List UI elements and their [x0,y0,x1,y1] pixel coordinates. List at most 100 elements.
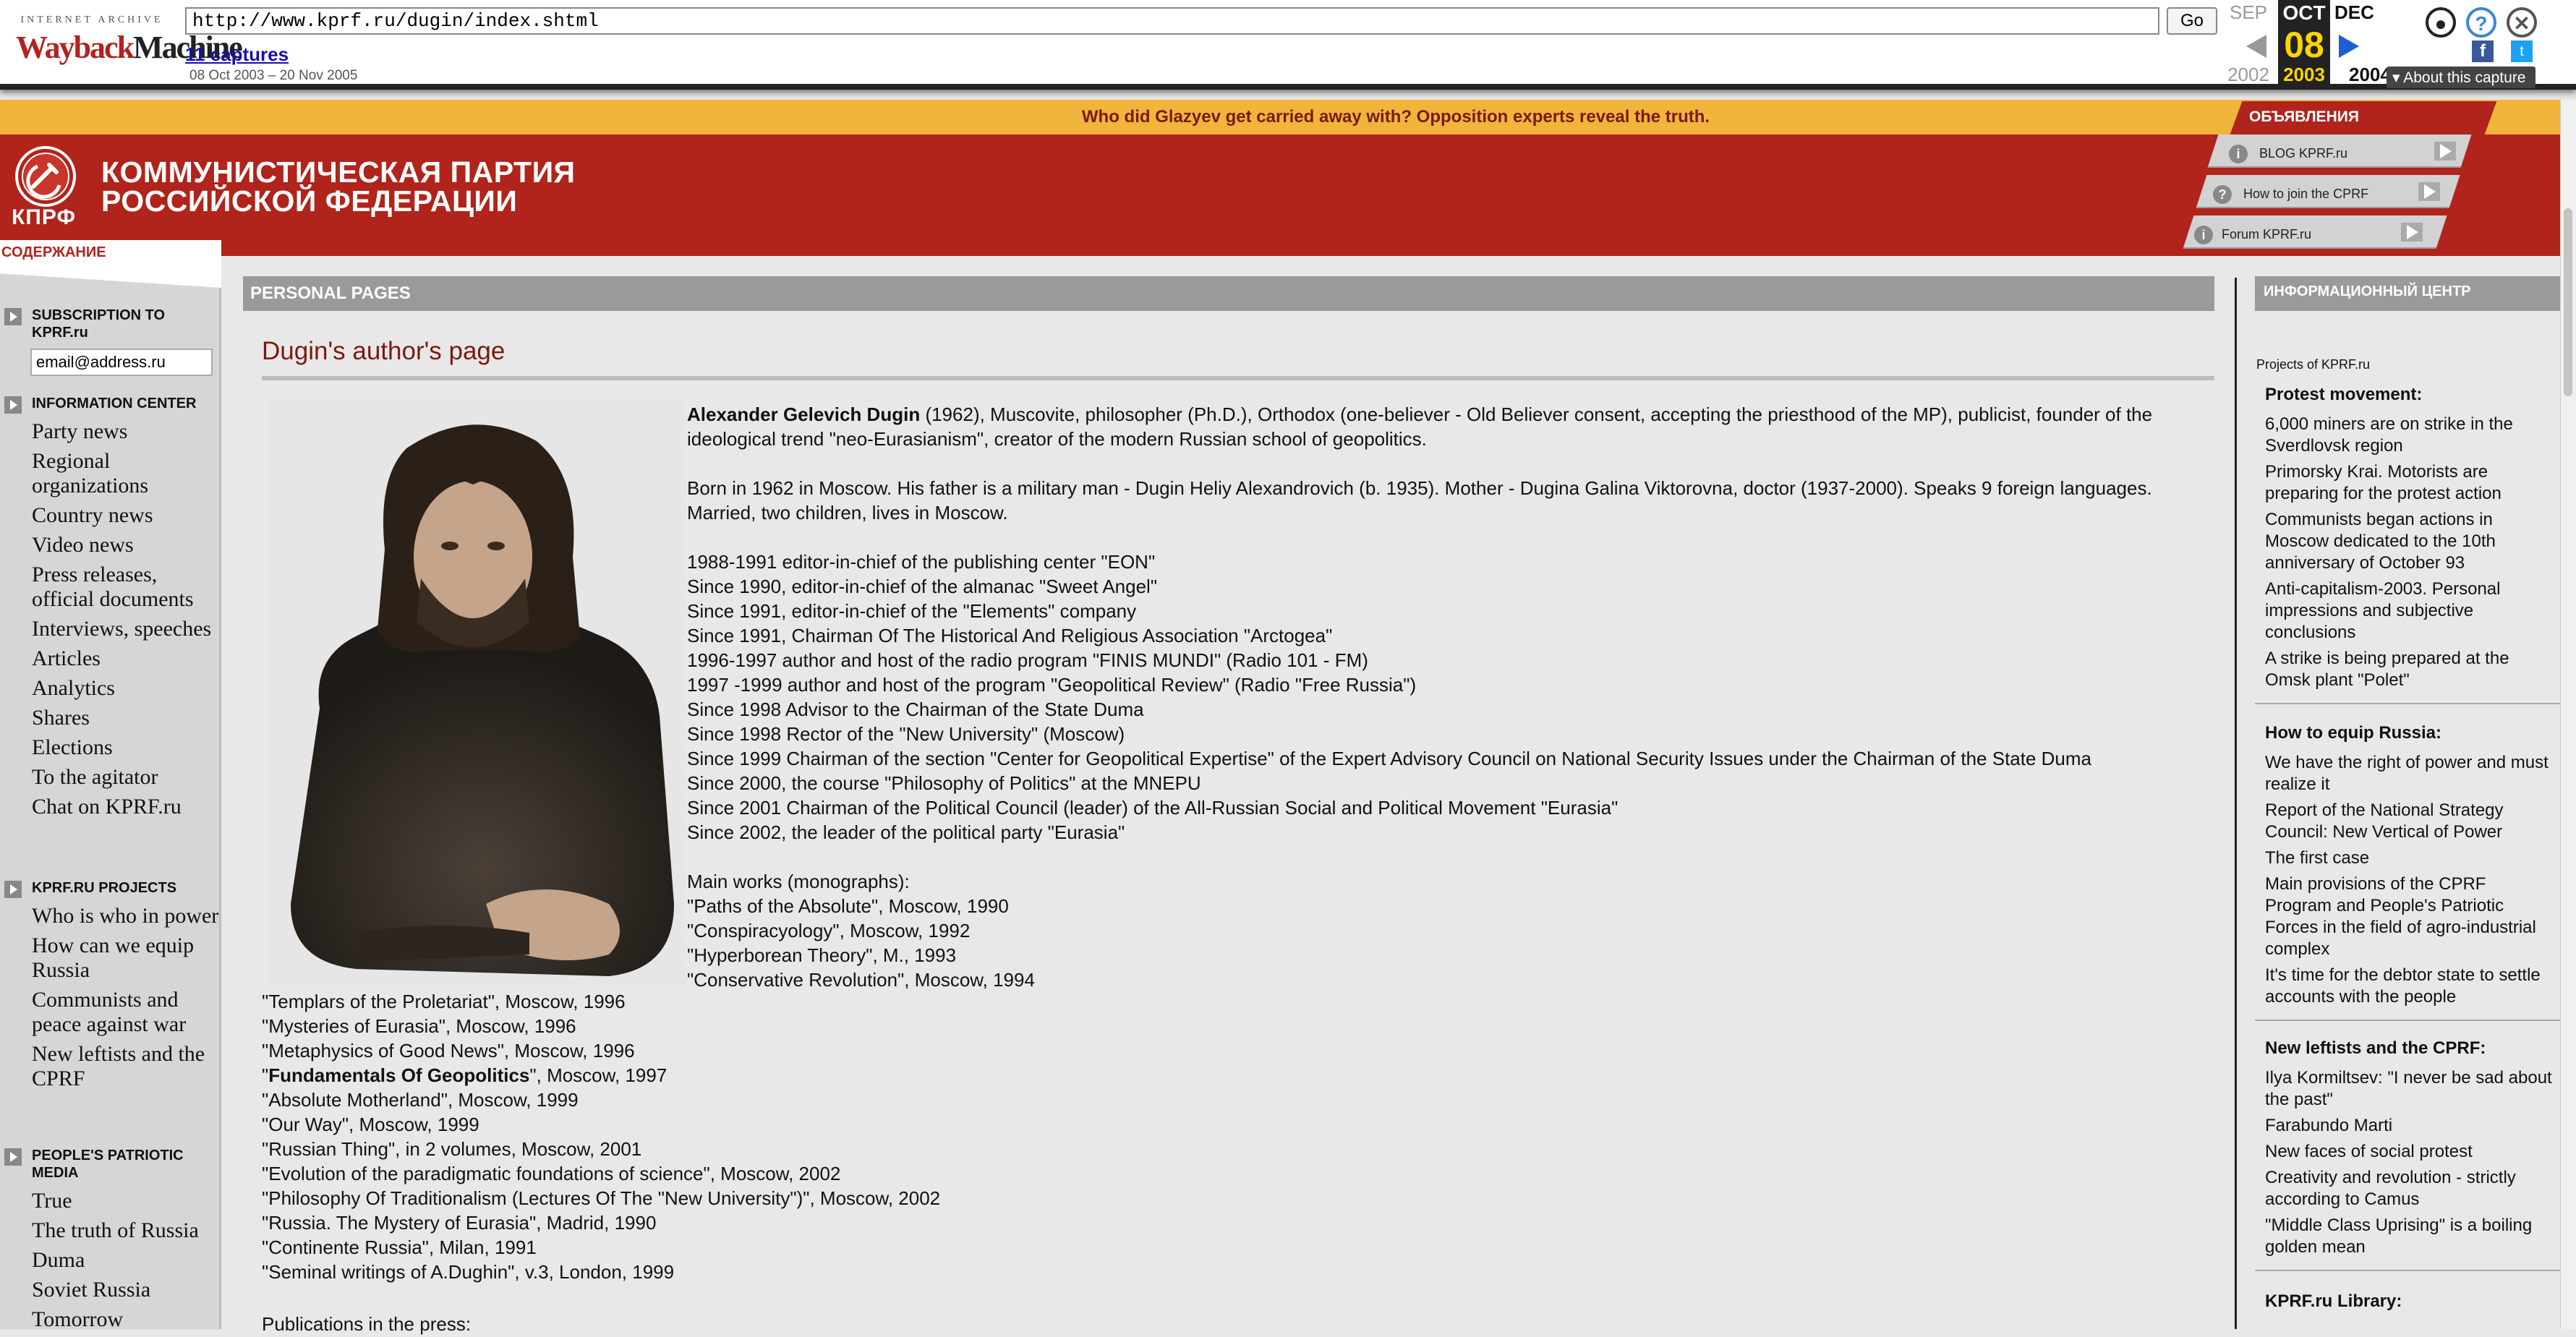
media-title: PEOPLE'S PATRIOTIC MEDIA [0,1147,221,1182]
news-link[interactable]: Communists began actions in Moscow dedic… [2255,509,2560,574]
next-month-link[interactable]: DEC [2334,1,2385,24]
news-link[interactable]: 6,000 miners are on strike in the Sverdl… [2255,414,2560,457]
nav-interviews[interactable]: Interviews, speeches [0,617,221,641]
nav-party-news[interactable]: Party news [0,419,221,444]
works-list: Main works (monographs): "Paths of the A… [687,869,2213,992]
works-list-continued: "Templars of the Proletariat", Moscow, 1… [262,989,1274,1284]
question-icon: ? [2213,185,2232,204]
work-item: "Conservative Revolution", Moscow, 1994 [687,969,1035,991]
news-link[interactable]: Farabundo Marti [2255,1115,2560,1137]
personal-pages-label: PERSONAL PAGES [250,283,411,303]
career-item: 1988-1991 editor-in-chief of the publish… [687,551,1156,573]
nav-new-leftists[interactable]: New leftists and the CPRF [0,1042,221,1091]
nav-country-news[interactable]: Country news [0,503,221,528]
personal-pages-bar: PERSONAL PAGES [243,276,2214,311]
nav-media-true[interactable]: True [0,1189,221,1213]
news-link[interactable]: The first case [2255,847,2560,869]
nav-analytics[interactable]: Analytics [0,676,221,701]
captures-link[interactable]: 11 captures [185,43,289,66]
news-ticker[interactable]: Who did Glazyev get carried away with? O… [0,100,2560,134]
main-content: PERSONAL PAGES Dugin's author's page Ale… [243,276,2229,1335]
work-item: "Philosophy Of Traditionalism (Lectures … [262,1187,941,1209]
news-link[interactable]: Main provisions of the CPRF Program and … [2255,873,2560,960]
news-link[interactable]: It's time for the debtor state to settle… [2255,965,2560,1008]
page-scrollbar[interactable] [2560,100,2576,1329]
news-link[interactable]: Anti-capitalism-2003. Personal impressio… [2255,578,2560,644]
nav-media-soviet-russia[interactable]: Soviet Russia [0,1278,221,1302]
news-link[interactable]: Creativity and revolution - strictly acc… [2255,1167,2560,1210]
next-capture-arrow-icon[interactable] [2339,35,2359,58]
nav-media-duma[interactable]: Duma [0,1248,221,1273]
news-link[interactable]: We have the right of power and must real… [2255,752,2560,795]
subscription-title: SUBSCRIPTION TO KPRF.ru [0,307,221,341]
work-item: "Conspiracyology", Moscow, 1992 [687,920,971,941]
work-item-fundamentals: "Fundamentals Of Geopolitics", Moscow, 1… [262,1064,668,1086]
wayback-logo-top: INTERNET ARCHIVE [20,14,163,25]
column-divider [2235,278,2237,1329]
current-month: OCT [2282,1,2326,24]
news-link[interactable]: New faces of social protest [2255,1141,2560,1163]
bio-intro: Alexander Gelevich Dugin (1962), Muscovi… [687,403,2153,450]
career-item: Since 2001 Chairman of the Political Cou… [687,797,1618,819]
play-square-icon [4,881,22,898]
nav-media-truth-of-russia[interactable]: The truth of Russia [0,1218,221,1243]
news-link[interactable]: A strike is being prepared at the Omsk p… [2255,648,2560,691]
news-link[interactable]: "Middle Class Uprising" is a boiling gol… [2255,1215,2560,1258]
work-item: "Continente Russia", Milan, 1991 [262,1236,537,1258]
prev-capture-arrow-icon[interactable] [2246,35,2266,58]
nav-shares[interactable]: Shares [0,706,221,730]
nav-communists-peace[interactable]: Communists and peace against war [0,988,221,1037]
news-link[interactable]: Report of the National Strategy Council:… [2255,800,2560,843]
go-button[interactable]: Go [2167,7,2217,35]
nav-regional-organizations[interactable]: Regional organizations [0,449,221,498]
career-item: Since 1998 Advisor to the Chairman of th… [687,699,1144,720]
ad-blog-label[interactable]: BLOG KPRF.ru [2259,146,2347,161]
party-name[interactable]: КОММУНИСТИЧЕСКАЯ ПАРТИЯ РОССИЙСКОЙ ФЕДЕР… [101,158,576,216]
twitter-icon[interactable]: t [2511,40,2533,62]
protest-movement-section: Protest movement: 6,000 miners are on st… [2255,385,2560,704]
info-center-title: INFORMATION CENTER [0,395,221,414]
nav-media-tomorrow[interactable]: Tomorrow [0,1307,221,1332]
prev-month-link[interactable]: SEP [2223,1,2274,24]
play-square-icon [4,308,22,325]
wayback-url-input[interactable] [185,7,2159,35]
media-section: PEOPLE'S PATRIOTIC MEDIA True The truth … [0,1147,221,1337]
work-item: "Templars of the Proletariat", Moscow, 1… [262,991,626,1012]
news-link[interactable]: Primorsky Krai. Motorists are preparing … [2255,461,2560,505]
work-item: "Russian Thing", in 2 volumes, Moscow, 2… [262,1138,642,1160]
help-icon[interactable]: ? [2466,7,2496,38]
section-title: Protest movement: [2265,385,2423,404]
current-year: 2003 [2283,64,2325,85]
work-item: "Evolution of the paradigmatic foundatio… [262,1163,841,1184]
nav-who-is-who[interactable]: Who is who in power [0,904,221,928]
scrollbar-thumb[interactable] [2564,208,2572,396]
subscription-section: SUBSCRIPTION TO KPRF.ru [0,307,221,376]
next-year-link[interactable]: 2004 [2349,64,2391,86]
info-icon: i [2194,226,2213,244]
nav-to-the-agitator[interactable]: To the agitator [0,765,221,790]
wayback-logo[interactable]: INTERNET ARCHIVE WaybackMachine [16,14,243,72]
nav-chat[interactable]: Chat on KPRF.ru [0,795,221,819]
nav-elections[interactable]: Elections [0,735,221,760]
facebook-icon[interactable]: f [2472,40,2494,62]
ad-forum-label[interactable]: Forum KPRF.ru [2222,227,2311,242]
about-capture-button[interactable]: ▾ About this capture [2387,67,2536,88]
section-title: KPRF.ru Library: [2265,1291,2402,1311]
page-title: Dugin's author's page [262,337,506,365]
author-portrait-image [269,398,686,991]
user-icon[interactable]: ● [2426,7,2456,38]
news-link[interactable]: Ilya Kormiltsev: "I never be sad about t… [2255,1067,2560,1111]
ad-join-label[interactable]: How to join the CPRF [2243,187,2368,202]
nav-video-news[interactable]: Video news [0,533,221,558]
capture-range: 08 Oct 2003 – 20 Nov 2005 [189,68,358,83]
new-leftists-section: New leftists and the CPRF: Ilya Kormilts… [2255,1038,2560,1271]
current-day: 08 [2284,25,2324,65]
prev-year-link[interactable]: 2002 [2223,64,2274,86]
nav-equip-russia[interactable]: How can we equip Russia [0,934,221,983]
close-icon[interactable]: ✕ [2507,7,2537,38]
news-ticker-text[interactable]: Who did Glazyev get carried away with? O… [0,107,2576,127]
play-square-icon [4,396,22,414]
nav-press-releases[interactable]: Press releases, official documents [0,563,221,612]
nav-articles[interactable]: Articles [0,646,221,671]
email-subscription-input[interactable] [30,349,213,376]
